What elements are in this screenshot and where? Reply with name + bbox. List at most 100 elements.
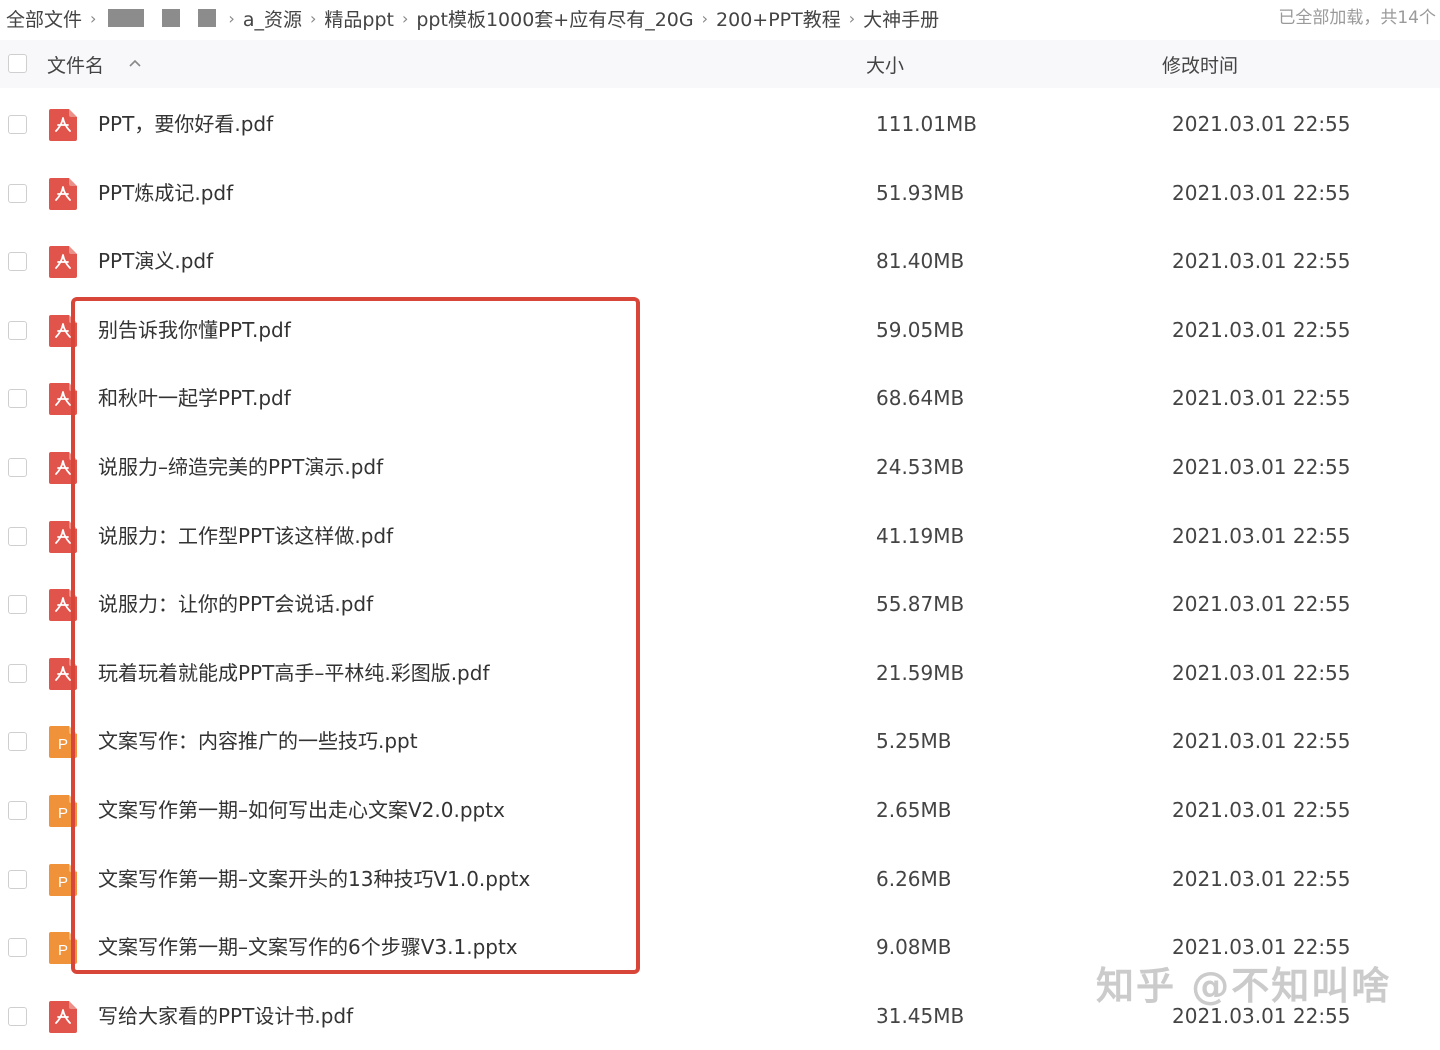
row-checkbox[interactable]: [8, 938, 27, 958]
row-checkbox[interactable]: [8, 526, 27, 546]
pdf-file-icon: [49, 589, 77, 622]
file-size: 68.64MB: [876, 386, 965, 411]
breadcrumb-item[interactable]: a_资源: [243, 5, 302, 32]
file-row[interactable]: PPT，要你好看.pdf 111.01MB 2021.03.01 22:55: [0, 90, 1440, 158]
pdf-file-icon: [49, 109, 77, 141]
breadcrumb-current: 大神手册: [863, 8, 940, 31]
file-size: 9.08MB: [876, 935, 952, 960]
file-row[interactable]: P 文案写作第一期–如何写出走心文案V2.0.pptx 2.65MB 2021.03.…: [0, 776, 1440, 844]
file-modified-time: 2021.03.01 22:55: [1172, 180, 1351, 205]
file-name[interactable]: PPT，要你好看.pdf: [98, 90, 273, 158]
file-modified-time: 2021.03.01 22:55: [1172, 523, 1351, 548]
row-checkbox[interactable]: [8, 320, 27, 340]
file-name[interactable]: 文案写作第一期–文案写作的6个步骤V3.1.pptx: [98, 913, 518, 981]
file-size: 6.26MB: [876, 866, 952, 891]
file-name[interactable]: 文案写作第一期–文案开头的13种技巧V1.0.pptx: [98, 845, 530, 913]
file-size: 81.40MB: [876, 249, 965, 274]
file-name[interactable]: 文案写作第一期–如何写出走心文案V2.0.pptx: [98, 776, 505, 844]
row-checkbox[interactable]: [8, 663, 27, 683]
file-row[interactable]: 说服力：让你的PPT会说话.pdf 55.87MB 2021.03.01 22:55: [0, 570, 1440, 638]
breadcrumb-root[interactable]: 全部文件: [6, 5, 82, 32]
file-row[interactable]: PPT演义.pdf 81.40MB 2021.03.01 22:55: [0, 227, 1440, 295]
pdf-file-icon: [49, 246, 77, 279]
row-checkbox[interactable]: [8, 458, 27, 477]
ppt-file-icon: P: [49, 726, 77, 759]
file-name[interactable]: PPT炼成记.pdf: [98, 159, 233, 227]
file-name[interactable]: PPT演义.pdf: [98, 227, 213, 295]
file-size: 55.87MB: [876, 592, 965, 617]
file-size: 51.93MB: [876, 180, 965, 205]
ppt-file-icon: P: [49, 932, 77, 965]
file-size: 2.65MB: [876, 798, 952, 822]
file-row[interactable]: 和秋叶一起学PPT.pdf 68.64MB 2021.03.01 22:55: [0, 364, 1440, 432]
pdf-file-icon: [49, 520, 77, 553]
row-checkbox[interactable]: [8, 183, 27, 203]
pdf-file-icon: [49, 1000, 77, 1033]
ppt-icon-letter: P: [58, 874, 68, 891]
ppt-icon-letter: P: [58, 736, 68, 753]
file-name[interactable]: 说服力：让你的PPT会说话.pdf: [98, 570, 373, 638]
chevron-right-icon: ›: [401, 8, 409, 28]
file-modified-time: 2021.03.01 22:55: [1172, 866, 1351, 891]
file-size: 24.53MB: [876, 455, 965, 479]
row-checkbox[interactable]: [8, 869, 27, 889]
file-row[interactable]: 说服力：工作型PPT该这样做.pdf 41.19MB 2021.03.01 22:5…: [0, 502, 1440, 570]
row-checkbox[interactable]: [8, 389, 27, 409]
breadcrumb-item[interactable]: 精品ppt: [324, 5, 394, 32]
chevron-right-icon: ›: [90, 8, 97, 28]
row-checkbox[interactable]: [8, 595, 27, 615]
pdf-file-icon: [49, 177, 77, 210]
file-name[interactable]: 文案写作：内容推广的一些技巧.ppt: [98, 707, 418, 775]
row-checkbox[interactable]: [8, 732, 27, 752]
column-header-time[interactable]: 修改时间: [1162, 51, 1238, 78]
file-modified-time: 2021.03.01 22:55: [1172, 798, 1351, 822]
file-list-header: 文件名 大小 修改时间: [0, 40, 1440, 88]
row-checkbox[interactable]: [8, 252, 27, 272]
file-row[interactable]: 玩着玩着就能成PPT高手–平林纯.彩图版.pdf 21.59MB 2021.03.0…: [0, 639, 1440, 707]
file-modified-time: 2021.03.01 22:55: [1172, 592, 1351, 617]
load-status: 已全部加载，共14个: [1278, 8, 1436, 28]
file-name[interactable]: 说服力：工作型PPT该这样做.pdf: [98, 502, 393, 570]
breadcrumb: 全部文件 › › a_资源 › 精品ppt › ppt模板1000套+应有尽有_…: [6, 0, 1246, 36]
file-modified-time: 2021.03.01 22:55: [1172, 112, 1351, 136]
file-size: 31.45MB: [876, 1003, 965, 1028]
watermark: 知乎 @不知叫啥: [1096, 964, 1392, 1008]
file-name[interactable]: 写给大家看的PPT设计书.pdf: [98, 982, 353, 1050]
file-row[interactable]: P 文案写作第一期–文案开头的13种技巧V1.0.pptx 6.26MB 2021.0…: [0, 845, 1440, 913]
file-size: 21.59MB: [876, 660, 965, 685]
pdf-file-icon: [49, 383, 77, 416]
breadcrumb-item[interactable]: 200+PPT教程: [716, 5, 841, 32]
breadcrumb-item[interactable]: ppt模板1000套+应有尽有_20G: [416, 5, 693, 32]
ppt-file-icon: P: [49, 863, 77, 896]
file-modified-time: 2021.03.01 22:55: [1172, 455, 1351, 479]
file-name[interactable]: 别告诉我你懂PPT.pdf: [98, 296, 291, 364]
row-checkbox[interactable]: [8, 1006, 27, 1026]
file-name[interactable]: 玩着玩着就能成PPT高手–平林纯.彩图版.pdf: [98, 639, 489, 707]
file-name[interactable]: 和秋叶一起学PPT.pdf: [98, 364, 291, 432]
file-size: 59.05MB: [876, 317, 965, 342]
file-modified-time: 2021.03.01 22:55: [1172, 386, 1351, 411]
file-size: 111.01MB: [876, 112, 977, 136]
file-modified-time: 2021.03.01 22:55: [1172, 249, 1351, 274]
column-header-size[interactable]: 大小: [866, 51, 904, 78]
file-name[interactable]: 说服力–缔造完美的PPT演示.pdf: [98, 433, 383, 501]
file-row[interactable]: 说服力–缔造完美的PPT演示.pdf 24.53MB 2021.03.01 22:5…: [0, 433, 1440, 501]
file-row[interactable]: P 文案写作：内容推广的一些技巧.ppt 5.25MB 2021.03.01 22:5…: [0, 707, 1440, 775]
chevron-right-icon: ›: [309, 8, 317, 28]
pdf-file-icon: [49, 314, 77, 347]
chevron-right-icon: ›: [701, 8, 709, 28]
file-size: 41.19MB: [876, 523, 965, 548]
sort-ascending-icon[interactable]: [127, 55, 143, 71]
row-checkbox[interactable]: [8, 801, 27, 820]
redacted-crumb: [108, 9, 145, 27]
file-modified-time: 2021.03.01 22:55: [1172, 317, 1351, 342]
select-all-checkbox[interactable]: [8, 54, 27, 73]
row-checkbox[interactable]: [8, 115, 27, 134]
column-header-name[interactable]: 文件名: [47, 51, 104, 78]
file-size: 5.25MB: [876, 729, 952, 754]
redacted-crumb: [162, 9, 181, 27]
ppt-icon-letter: P: [58, 942, 68, 959]
file-row[interactable]: 别告诉我你懂PPT.pdf 59.05MB 2021.03.01 22:55: [0, 296, 1440, 364]
chevron-right-icon: ›: [228, 8, 235, 28]
file-row[interactable]: PPT炼成记.pdf 51.93MB 2021.03.01 22:55: [0, 159, 1440, 227]
